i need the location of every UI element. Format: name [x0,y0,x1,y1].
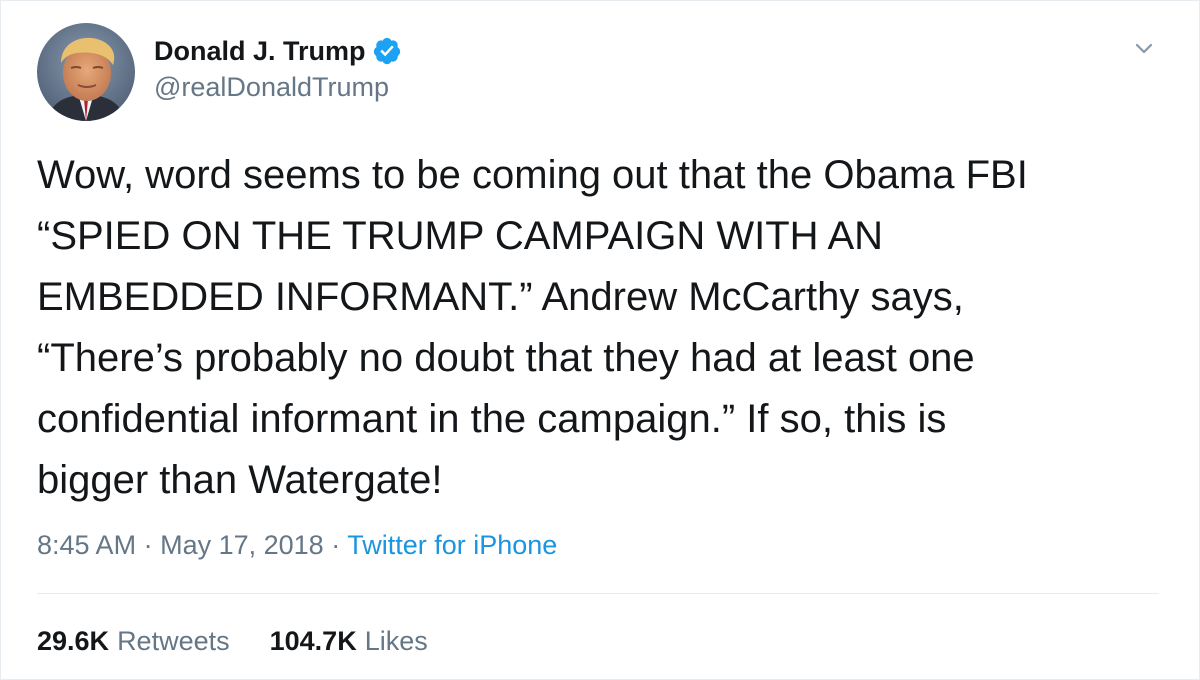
retweets-stat[interactable]: 29.6K Retweets [37,623,230,659]
display-name[interactable]: Donald J. Trump [154,34,366,68]
tweet-text-line: bigger than Watergate! [37,458,443,502]
tweet-text-line: Wow, word seems to be coming out that th… [37,153,1028,197]
tweet-date[interactable]: May 17, 2018 [160,530,324,560]
user-handle[interactable]: @realDonaldTrump [154,70,402,104]
display-name-row: Donald J. Trump [154,34,402,68]
tweet-stats: 29.6K Retweets 104.7K Likes [37,623,468,659]
user-info: Donald J. Trump @realDonaldTrump [154,34,402,104]
chevron-down-icon[interactable] [1129,37,1159,61]
tweet-card: Donald J. Trump @realDonaldTrump Wow, wo… [0,0,1200,680]
tweet-text-line: “There’s probably no doubt that they had… [37,336,975,380]
avatar[interactable] [37,23,135,121]
likes-count: 104.7K [269,626,357,656]
tweet-text-line: EMBEDDED INFORMANT.” Andrew McCarthy say… [37,275,964,319]
likes-stat[interactable]: 104.7K Likes [270,623,428,659]
meta-separator: · [331,530,341,560]
tweet-text-line: “SPIED ON THE TRUMP CAMPAIGN WITH AN [37,214,884,258]
meta-separator: · [143,530,153,560]
divider [37,593,1159,594]
likes-label: Likes [364,626,428,656]
tweet-text-line: confidential informant in the campaign.”… [37,397,947,441]
tweet-time[interactable]: 8:45 AM [37,530,136,560]
tweet-source-link[interactable]: Twitter for iPhone [347,530,557,560]
tweet-metadata: 8:45 AM · May 17, 2018 · Twitter for iPh… [37,527,557,563]
avatar-image [37,23,135,121]
retweets-label: Retweets [117,626,230,656]
tweet-text: Wow, word seems to be coming out that th… [37,145,1157,511]
retweets-count: 29.6K [37,626,110,656]
verified-badge-icon [373,37,400,65]
